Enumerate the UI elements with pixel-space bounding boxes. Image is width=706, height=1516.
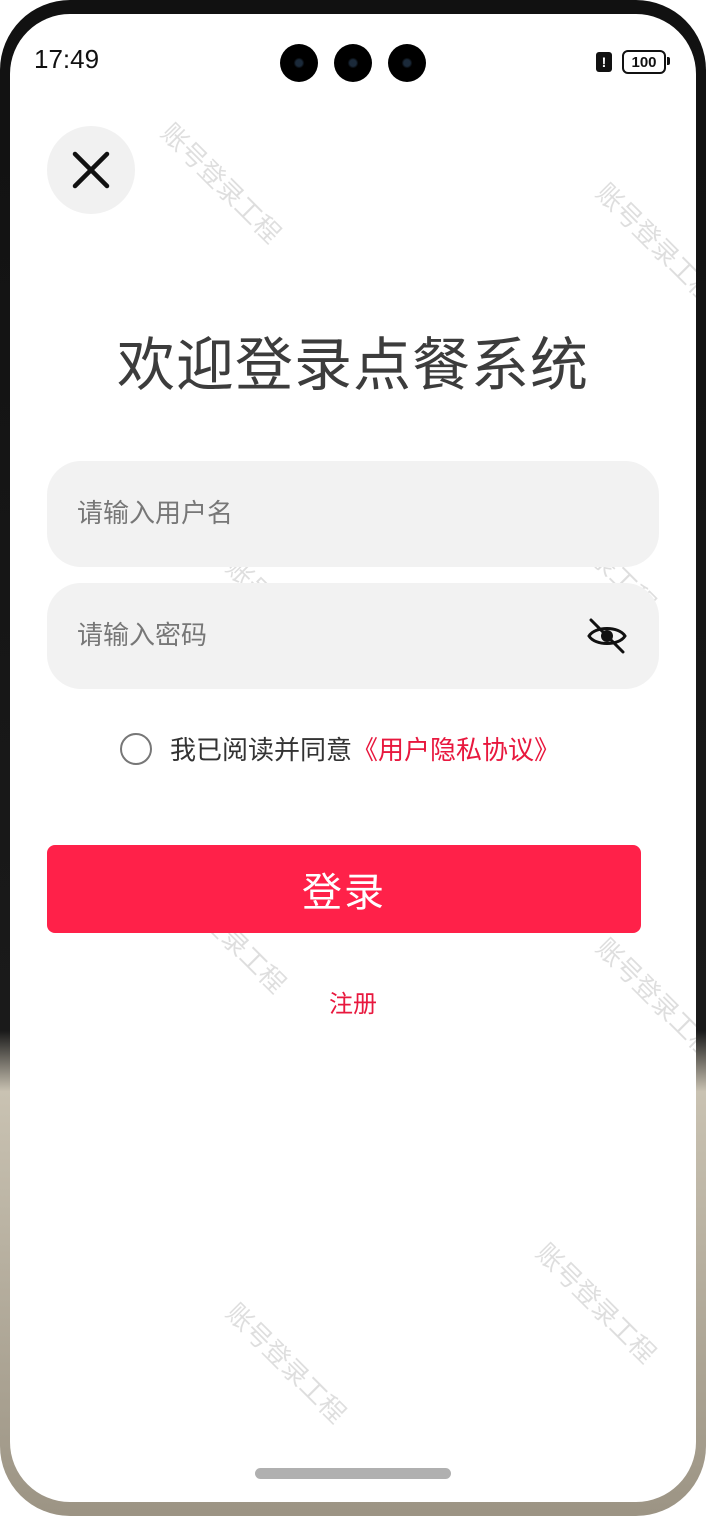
eye-off-icon[interactable] — [585, 614, 629, 658]
watermark: 账号登录工程 — [154, 118, 287, 250]
password-field-container — [47, 582, 659, 690]
register-link-label[interactable]: 注册 — [329, 990, 377, 1018]
agreement-row: 我已阅读并同意 《用户隐私协议》 — [120, 730, 560, 767]
page-title: 欢迎登录点餐系统 — [116, 331, 589, 399]
watermark: 账号登录工程 — [219, 1298, 352, 1430]
password-input[interactable] — [47, 582, 585, 690]
watermark: 账号登录工程 — [529, 1238, 662, 1370]
agreement-checkbox[interactable] — [120, 732, 152, 765]
alert-icon: ! — [596, 52, 612, 72]
watermark: 账号登录工程 — [589, 178, 696, 310]
camera-lens — [334, 44, 372, 82]
camera-lens — [388, 44, 426, 82]
camera-lens — [280, 44, 318, 82]
battery-icon: 100 — [622, 50, 670, 74]
username-field-container — [47, 460, 659, 568]
close-button[interactable] — [47, 126, 135, 214]
phone-frame: 账号登录工程 账号登录工程 账号登录工程 账号登录工程 账号登录工程 账号登录工… — [0, 0, 706, 1516]
status-time: 17:49 — [34, 44, 100, 74]
home-indicator[interactable] — [255, 1468, 451, 1479]
close-icon — [72, 151, 110, 189]
status-icons: ! 100 — [596, 50, 670, 74]
register-link: 注册 — [10, 984, 696, 1019]
login-button[interactable]: 登录 — [47, 845, 641, 933]
agreement-text: 我已阅读并同意 — [170, 736, 353, 766]
username-input[interactable] — [47, 460, 659, 568]
privacy-policy-link[interactable]: 《用户隐私协议》 — [352, 730, 560, 767]
battery-level: 100 — [631, 53, 657, 71]
screen: 账号登录工程 账号登录工程 账号登录工程 账号登录工程 账号登录工程 账号登录工… — [10, 14, 696, 1502]
